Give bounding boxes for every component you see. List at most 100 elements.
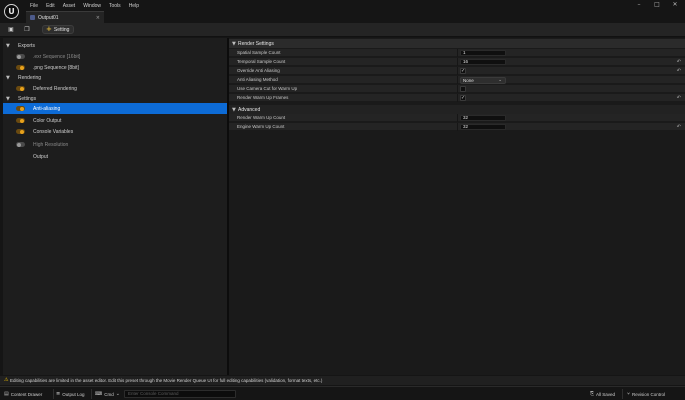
property-label: Use Camera Cut for Warm Up bbox=[237, 86, 298, 91]
list-item[interactable]: Output bbox=[3, 151, 227, 162]
section-title: Advanced bbox=[238, 106, 261, 113]
list-item-label: .png Sequence [8bit] bbox=[33, 64, 79, 71]
enable-toggle[interactable] bbox=[16, 129, 25, 134]
enable-toggle[interactable] bbox=[16, 106, 25, 111]
category-exports[interactable]: ▼ Exports bbox=[3, 40, 227, 51]
caret-down-icon: ▼ bbox=[6, 95, 10, 102]
render-warm-up-frames-checkbox[interactable]: ✓ bbox=[460, 95, 466, 101]
menu-bar: File Edit Asset Window Tools Help bbox=[26, 2, 143, 10]
list-item[interactable]: .exr Sequence [16bit] bbox=[3, 51, 227, 62]
window-controls: – □ ✕ bbox=[635, 1, 679, 9]
property-label: Render Warm Up Count bbox=[237, 115, 286, 120]
reset-to-default-icon[interactable]: ↶ bbox=[677, 124, 681, 130]
list-item[interactable]: Console Variables bbox=[3, 126, 227, 137]
maximize-button[interactable]: □ bbox=[653, 1, 661, 9]
caret-down-icon: ▼ bbox=[6, 74, 10, 81]
list-item-label: Console Variables bbox=[33, 128, 74, 135]
divider bbox=[53, 389, 54, 399]
spatial-sample-count-field[interactable]: 1 bbox=[460, 50, 506, 56]
asset-icon bbox=[30, 15, 35, 20]
document-tab[interactable]: Output01 × bbox=[26, 11, 104, 23]
enable-toggle[interactable] bbox=[16, 54, 25, 59]
cmd-label: Cmd bbox=[104, 391, 114, 397]
property-label: Engine Warm Up Count bbox=[237, 124, 285, 129]
engine-warm-up-count-field[interactable]: 32 bbox=[460, 124, 506, 130]
save-icon[interactable]: ▣ bbox=[7, 26, 15, 34]
column-divider bbox=[457, 85, 458, 93]
section-header-render-settings[interactable]: ▼ Render Settings bbox=[229, 39, 685, 48]
toolbar: ▣ ❐ + Setting bbox=[0, 23, 685, 37]
close-window-button[interactable]: ✕ bbox=[671, 1, 679, 9]
property-row: Render Warm Up Count 32 bbox=[229, 114, 685, 122]
category-rendering[interactable]: ▼ Rendering bbox=[3, 72, 227, 83]
title-bar: U File Edit Asset Window Tools Help – □ … bbox=[0, 0, 685, 23]
list-item-label: Output bbox=[33, 153, 49, 160]
section-title: Render Settings bbox=[238, 40, 274, 47]
property-row: Anti Aliasing Method None ⌄ bbox=[229, 76, 685, 84]
section-header-advanced[interactable]: ▼ Advanced bbox=[229, 105, 685, 114]
terminal-icon: ⌨ bbox=[95, 391, 103, 397]
property-row: Spatial Sample Count 1 bbox=[229, 49, 685, 57]
enable-toggle[interactable] bbox=[16, 142, 25, 147]
enable-toggle[interactable] bbox=[16, 118, 25, 123]
menu-edit[interactable]: Edit bbox=[42, 2, 59, 10]
chevron-down-icon: ⌄ bbox=[498, 77, 502, 83]
reset-to-default-icon[interactable]: ↶ bbox=[677, 68, 681, 74]
minimize-button[interactable]: – bbox=[635, 1, 643, 9]
chevron-down-icon: ⌄ bbox=[115, 391, 120, 397]
menu-tools[interactable]: Tools bbox=[105, 2, 125, 10]
anti-aliasing-method-dropdown[interactable]: None ⌄ bbox=[460, 76, 506, 84]
console-command-input[interactable]: Enter Console Command bbox=[124, 390, 236, 398]
temporal-sample-count-field[interactable]: 16 bbox=[460, 59, 506, 65]
log-icon: ≣ bbox=[56, 391, 61, 397]
column-divider bbox=[457, 94, 458, 102]
column-divider bbox=[457, 67, 458, 75]
list-item-label: High Resolution bbox=[33, 141, 69, 148]
enable-toggle[interactable] bbox=[16, 86, 25, 91]
use-camera-cut-checkbox[interactable] bbox=[460, 86, 466, 92]
unreal-logo-icon[interactable]: U bbox=[4, 4, 19, 19]
revision-control-icon: ⑂ bbox=[627, 391, 631, 397]
menu-file[interactable]: File bbox=[26, 2, 42, 10]
column-divider bbox=[457, 114, 458, 122]
list-item-label: .exr Sequence [16bit] bbox=[33, 53, 81, 60]
cmd-selector[interactable]: ⌨ Cmd ⌄ bbox=[95, 390, 120, 398]
all-saved-button[interactable]: ⎘ All Saved bbox=[590, 390, 615, 398]
settings-tree-panel: ▼ Exports .exr Sequence [16bit] .png Seq… bbox=[3, 38, 227, 375]
reset-to-default-icon[interactable]: ↶ bbox=[677, 95, 681, 101]
enable-toggle[interactable] bbox=[16, 65, 25, 70]
property-row: Override Anti Aliasing ✓ ↶ bbox=[229, 67, 685, 75]
list-item[interactable]: High Resolution bbox=[3, 139, 227, 150]
menu-help[interactable]: Help bbox=[125, 2, 143, 10]
list-item-selected[interactable]: Anti-aliasing bbox=[3, 103, 227, 114]
status-bar: ▤ Content Drawer ≣ Output Log ⌨ Cmd ⌄ En… bbox=[0, 386, 685, 400]
menu-window[interactable]: Window bbox=[79, 2, 105, 10]
caret-down-icon: ▼ bbox=[6, 42, 10, 49]
plus-icon: + bbox=[46, 25, 52, 33]
property-label: Override Anti Aliasing bbox=[237, 68, 280, 73]
warning-bar: ⚠ Editing capabilities are limited in th… bbox=[0, 376, 685, 385]
render-warm-up-count-field[interactable]: 32 bbox=[460, 115, 506, 121]
output-log-button[interactable]: ≣ Output Log bbox=[56, 390, 84, 398]
column-divider bbox=[457, 76, 458, 84]
list-item[interactable]: Color Output bbox=[3, 115, 227, 126]
column-divider bbox=[457, 58, 458, 66]
save-status-icon: ⎘ bbox=[590, 391, 595, 397]
all-saved-label: All Saved bbox=[596, 391, 616, 397]
category-label: Settings bbox=[18, 95, 37, 102]
drawer-icon: ▤ bbox=[4, 391, 9, 397]
menu-asset[interactable]: Asset bbox=[59, 2, 80, 10]
add-setting-label: Setting bbox=[53, 26, 70, 33]
browse-icon[interactable]: ❐ bbox=[23, 26, 31, 34]
property-label: Temporal Sample Count bbox=[237, 59, 286, 64]
content-drawer-label: Content Drawer bbox=[10, 391, 43, 397]
reset-to-default-icon[interactable]: ↶ bbox=[677, 59, 681, 65]
override-anti-aliasing-checkbox[interactable]: ✓ bbox=[460, 68, 466, 74]
add-setting-button[interactable]: + Setting bbox=[42, 25, 74, 34]
property-label: Render Warm Up Frames bbox=[237, 95, 289, 100]
tab-close-icon[interactable]: × bbox=[96, 15, 100, 21]
property-row: Temporal Sample Count 16 ↶ bbox=[229, 58, 685, 66]
revision-control-label: Revision Control bbox=[632, 391, 666, 397]
content-drawer-button[interactable]: ▤ Content Drawer bbox=[4, 390, 42, 398]
revision-control-button[interactable]: ⑂ Revision Control bbox=[627, 390, 665, 398]
